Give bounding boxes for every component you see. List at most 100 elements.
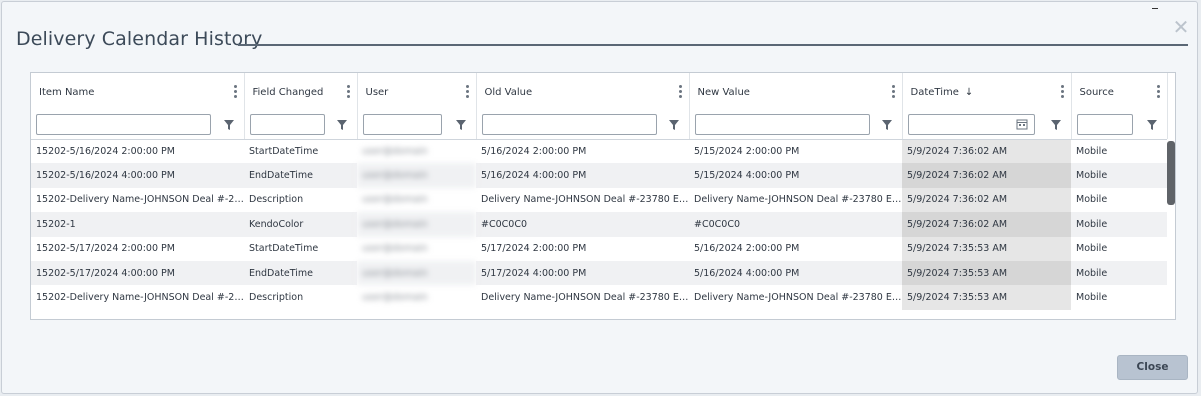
- table-row[interactable]: 15202-1 KendoColor user@domain #C0C0C0 #…: [31, 212, 1167, 237]
- history-table: Item Name Field Changed User Old Value N…: [31, 73, 1168, 310]
- cell-old-value: Delivery Name-JOHNSON Deal #-23780 Enti.…: [481, 292, 689, 304]
- history-grid: Item Name Field Changed User Old Value N…: [30, 72, 1176, 320]
- cell-field-changed: StartDateTime: [249, 145, 319, 157]
- column-header-new-value: New Value: [689, 73, 903, 140]
- filter-icon[interactable]: [336, 119, 348, 131]
- cell-item-name: 15202-Delivery Name-JOHNSON Deal #-237..…: [36, 194, 244, 206]
- column-label: Old Value: [484, 87, 533, 98]
- cell-item-name: 15202-5/17/2024 4:00:00 PM: [31, 260, 244, 286]
- filter-icon[interactable]: [223, 119, 235, 131]
- cell-old-value: #C0C0C0: [476, 212, 689, 237]
- cell-new-value: #C0C0C0: [689, 212, 902, 237]
- cell-item-name: 15202-5/16/2024 2:00:00 PM: [36, 145, 175, 157]
- cell-field-changed: EndDateTime: [244, 260, 357, 286]
- kebab-icon[interactable]: [678, 85, 683, 100]
- table-row[interactable]: 15202-5/17/2024 4:00:00 PM EndDateTime u…: [31, 260, 1167, 286]
- user-filter-input[interactable]: [362, 114, 442, 135]
- column-label: Item Name: [39, 87, 95, 98]
- column-header-user: User: [357, 73, 477, 140]
- sort-desc-icon[interactable]: ↓: [965, 87, 973, 98]
- cell-user: user@domain: [362, 194, 428, 206]
- table-row[interactable]: 15202-5/17/2024 2:00:00 PM StartDateTime…: [31, 236, 1167, 261]
- cell-datetime: 5/9/2024 7:35:53 AM: [902, 285, 1071, 310]
- cell-datetime: 5/9/2024 7:36:02 AM: [902, 139, 1071, 164]
- cell-user: user@domain: [362, 292, 428, 304]
- cell-old-value: 5/16/2024 4:00:00 PM: [476, 163, 689, 188]
- column-label: New Value: [697, 87, 750, 98]
- column-label-text: DateTime: [910, 87, 959, 98]
- cell-new-value: Delivery Name-JOHNSON Deal #-23780 Enti.…: [694, 292, 902, 304]
- dialog-title: Delivery Calendar History: [16, 28, 263, 50]
- cell-datetime: 5/9/2024 7:36:02 AM: [902, 163, 1071, 188]
- cell-old-value: Delivery Name-JOHNSON Deal #-23780 Enti.…: [481, 194, 689, 206]
- close-button[interactable]: Close: [1117, 355, 1188, 380]
- filter-icon[interactable]: [1146, 119, 1158, 131]
- cell-source: Mobile: [1071, 163, 1167, 188]
- field-changed-filter-input[interactable]: [249, 114, 325, 135]
- filter-icon[interactable]: [1050, 119, 1062, 131]
- source-filter-input[interactable]: [1076, 114, 1133, 135]
- kebab-icon[interactable]: [1156, 85, 1161, 100]
- column-header-datetime[interactable]: DateTime ↓: [902, 73, 1072, 140]
- cell-user: user@domain: [357, 212, 476, 237]
- cell-item-name: 15202-1: [31, 212, 244, 237]
- filter-icon[interactable]: [881, 119, 893, 131]
- cell-new-value: 5/16/2024 4:00:00 PM: [689, 260, 902, 286]
- cell-datetime: 5/9/2024 7:35:53 AM: [902, 260, 1071, 286]
- cell-datetime: 5/9/2024 7:35:53 AM: [902, 236, 1071, 261]
- cell-old-value: 5/17/2024 2:00:00 PM: [481, 243, 587, 255]
- cell-old-value: 5/16/2024 2:00:00 PM: [481, 145, 587, 157]
- table-row[interactable]: 15202-Delivery Name-JOHNSON Deal #-237..…: [31, 187, 1167, 213]
- filter-icon[interactable]: [455, 119, 467, 131]
- datetime-filter-input[interactable]: [907, 114, 1035, 135]
- cell-field-changed: Description: [249, 194, 304, 206]
- cell-item-name: 15202-Delivery Name-JOHNSON Deal #-237..…: [36, 292, 244, 304]
- column-header-old-value: Old Value: [476, 73, 690, 140]
- scrollbar-thumb[interactable]: [1167, 141, 1175, 205]
- filter-icon[interactable]: [668, 119, 680, 131]
- table-row[interactable]: 15202-Delivery Name-JOHNSON Deal #-237..…: [31, 285, 1167, 310]
- column-header-field-changed: Field Changed: [244, 73, 358, 140]
- delivery-calendar-history-dialog: Delivery Calendar History ✕ Item Name Fi…: [1, 1, 1198, 394]
- cell-item-name: 15202-5/16/2024 4:00:00 PM: [31, 163, 244, 188]
- column-header-item-name: Item Name: [31, 73, 245, 140]
- column-label: DateTime ↓: [911, 87, 974, 98]
- header-row: Item Name Field Changed User Old Value N…: [31, 73, 1168, 140]
- table-row[interactable]: 15202-5/16/2024 4:00:00 PM EndDateTime u…: [31, 163, 1167, 188]
- kebab-icon[interactable]: [233, 85, 238, 100]
- cell-source: Mobile: [1071, 260, 1167, 286]
- cell-new-value: 5/15/2024 2:00:00 PM: [694, 145, 800, 157]
- cell-source: Mobile: [1076, 194, 1108, 206]
- cell-old-value: 5/17/2024 4:00:00 PM: [476, 260, 689, 286]
- cell-field-changed: KendoColor: [244, 212, 357, 237]
- cell-new-value: 5/16/2024 2:00:00 PM: [694, 243, 800, 255]
- column-label: Source: [1079, 87, 1114, 98]
- item-name-filter-input[interactable]: [36, 114, 211, 135]
- cell-source: Mobile: [1076, 145, 1108, 157]
- cell-field-changed: StartDateTime: [249, 243, 319, 255]
- old-value-filter-input[interactable]: [481, 114, 657, 135]
- cell-new-value: Delivery Name-JOHNSON Deal #-23780 Enti.…: [694, 194, 902, 206]
- cell-new-value: 5/15/2024 4:00:00 PM: [689, 163, 902, 188]
- cell-datetime: 5/9/2024 7:36:02 AM: [902, 212, 1071, 237]
- cell-item-name: 15202-5/17/2024 2:00:00 PM: [36, 243, 175, 255]
- cell-user: user@domain: [357, 260, 476, 286]
- kebab-icon[interactable]: [1060, 85, 1065, 100]
- title-mark: [1152, 8, 1158, 9]
- kebab-icon[interactable]: [891, 85, 896, 100]
- calendar-icon[interactable]: [1016, 118, 1028, 130]
- column-label: User: [365, 87, 389, 98]
- column-header-source: Source: [1071, 73, 1168, 140]
- title-divider: [238, 44, 1188, 46]
- kebab-icon[interactable]: [465, 85, 470, 100]
- cell-datetime: 5/9/2024 7:36:02 AM: [902, 187, 1071, 213]
- kebab-icon[interactable]: [346, 85, 351, 100]
- cell-user: user@domain: [362, 243, 428, 255]
- table-row[interactable]: 15202-5/16/2024 2:00:00 PM StartDateTime…: [31, 139, 1167, 164]
- cell-field-changed: Description: [249, 292, 304, 304]
- cell-source: Mobile: [1076, 292, 1108, 304]
- cell-field-changed: EndDateTime: [244, 163, 357, 188]
- new-value-filter-input[interactable]: [694, 114, 870, 135]
- cell-user: user@domain: [362, 145, 428, 157]
- close-icon[interactable]: ✕: [1172, 17, 1190, 37]
